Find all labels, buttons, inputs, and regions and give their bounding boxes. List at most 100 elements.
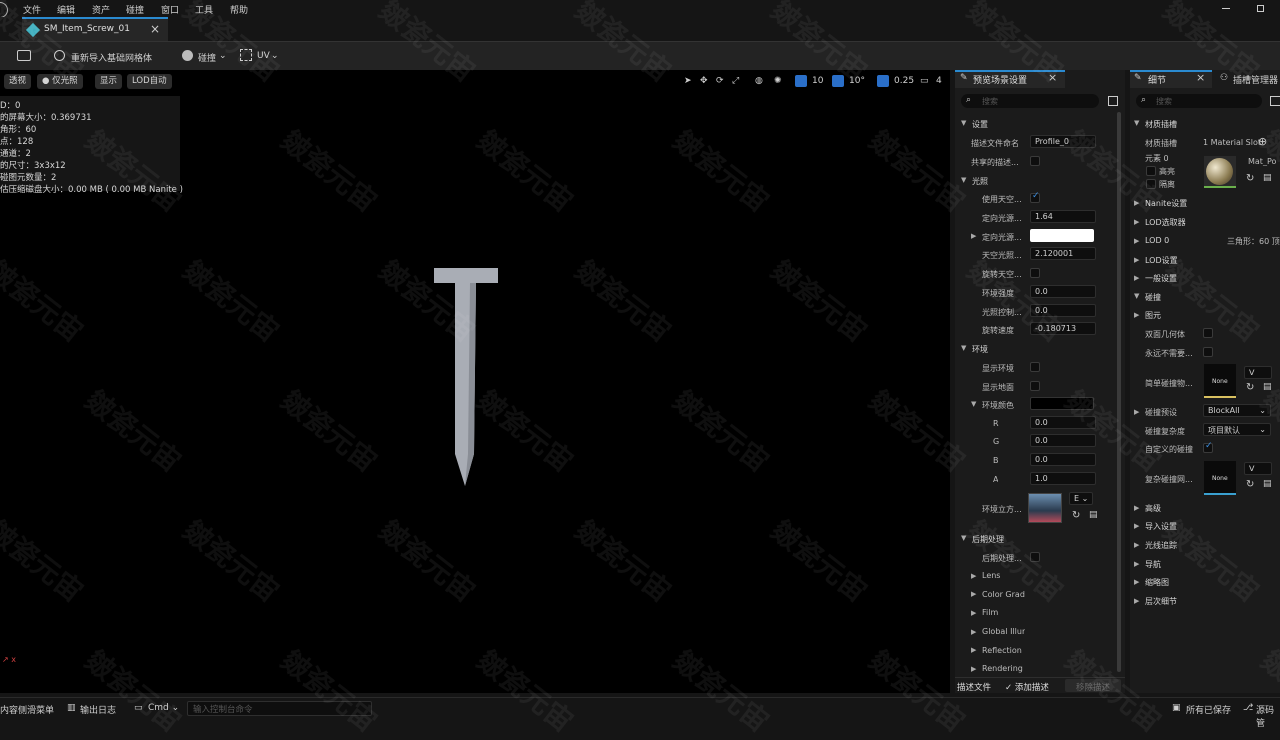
select-tool-icon[interactable]: ➤: [684, 76, 692, 86]
lighting-mode-button[interactable]: ● 仅光照: [37, 74, 83, 89]
collapse-arrow-icon[interactable]: ▼: [961, 119, 966, 127]
grid-snap-icon[interactable]: [795, 75, 807, 87]
table-view-icon[interactable]: [1270, 96, 1280, 106]
section-advanced[interactable]: 高级: [1145, 503, 1161, 514]
collision-dropdown[interactable]: 碰撞: [198, 51, 216, 64]
menu-asset[interactable]: 资产: [92, 3, 110, 16]
scale-tool-icon[interactable]: ⤢: [732, 76, 739, 86]
highlight-checkbox[interactable]: [1146, 166, 1156, 176]
perspective-button[interactable]: 透视: [4, 74, 32, 89]
reset-arrow-icon[interactable]: ↻: [1072, 510, 1080, 521]
material-thumbnail[interactable]: [1204, 156, 1236, 188]
env-intensity-input[interactable]: 0.0: [1030, 285, 1096, 298]
reset-arrow-icon[interactable]: ↻: [1246, 382, 1254, 393]
section-lod-settings[interactable]: LOD设置: [1145, 255, 1178, 266]
content-drawer-button[interactable]: 内容侧滑菜单: [0, 703, 54, 716]
collapse-arrow-icon[interactable]: ▼: [971, 400, 976, 408]
expand-arrow-icon[interactable]: ▶: [1134, 237, 1139, 245]
section-post-process[interactable]: 后期处理: [972, 534, 1004, 545]
never-need-checkbox[interactable]: [1203, 347, 1213, 357]
collapse-arrow-icon[interactable]: ▼: [961, 176, 966, 184]
show-button[interactable]: 显示: [95, 74, 123, 89]
browse-asset-icon[interactable]: ▤: [1263, 382, 1272, 392]
expand-arrow-icon[interactable]: ▶: [971, 646, 976, 654]
camera-speed-value[interactable]: 4: [936, 76, 942, 86]
show-env-checkbox[interactable]: [1030, 362, 1040, 372]
section-collision[interactable]: 碰撞: [1145, 292, 1161, 303]
use-sky-checkbox[interactable]: [1030, 191, 1040, 203]
menu-collision[interactable]: 碰撞: [126, 3, 144, 16]
section-lod-picker[interactable]: LOD选取器: [1145, 217, 1186, 228]
isolate-checkbox[interactable]: [1146, 179, 1156, 189]
section-lod0[interactable]: LOD 0: [1145, 236, 1169, 245]
minimize-icon[interactable]: [1222, 8, 1230, 9]
subsection-color-grading[interactable]: Color Grad: [982, 590, 1025, 599]
section-thumbnail[interactable]: 缩略图: [1145, 577, 1169, 588]
rotate-sky-checkbox[interactable]: [1030, 268, 1040, 278]
subsection-global-illumination[interactable]: Global Illur: [982, 627, 1025, 636]
menu-tools[interactable]: 工具: [195, 3, 213, 16]
expand-arrow-icon[interactable]: ▶: [1134, 311, 1139, 319]
profile-name-input[interactable]: Profile_0: [1030, 135, 1096, 148]
reimport-button[interactable]: 重新导入基础网格体: [71, 51, 152, 64]
section-material-slots[interactable]: 材质插槽: [1145, 119, 1177, 130]
g-input[interactable]: 0.0: [1030, 434, 1096, 447]
menu-file[interactable]: 文件: [23, 3, 41, 16]
section-hlod[interactable]: 层次细节: [1145, 596, 1177, 607]
expand-arrow-icon[interactable]: ▶: [1134, 578, 1139, 586]
collapse-arrow-icon[interactable]: ▼: [961, 344, 966, 352]
expand-arrow-icon[interactable]: ▶: [1134, 504, 1139, 512]
subsection-film[interactable]: Film: [982, 608, 998, 617]
expand-arrow-icon[interactable]: ▶: [1134, 256, 1139, 264]
expand-arrow-icon[interactable]: ▶: [971, 572, 976, 580]
expand-arrow-icon[interactable]: ▶: [1134, 541, 1139, 549]
collision-preset-dropdown[interactable]: BlockAll ⌄: [1203, 404, 1271, 417]
scale-snap-value[interactable]: 0.25: [894, 76, 914, 86]
expand-arrow-icon[interactable]: ▶: [971, 609, 976, 617]
expand-arrow-icon[interactable]: ▶: [971, 232, 976, 240]
angle-snap-icon[interactable]: [832, 75, 844, 87]
section-lighting[interactable]: 光照: [972, 176, 988, 187]
add-slot-icon[interactable]: ⊕: [1258, 135, 1267, 148]
custom-collision-checkbox[interactable]: [1203, 441, 1213, 453]
post-process-checkbox[interactable]: [1030, 552, 1040, 562]
b-input[interactable]: 0.0: [1030, 453, 1096, 466]
expand-arrow-icon[interactable]: ▶: [971, 590, 976, 598]
tab-close-icon[interactable]: ×: [150, 22, 160, 36]
source-control-button[interactable]: 源码管: [1256, 703, 1280, 729]
double-sided-checkbox[interactable]: [1203, 328, 1213, 338]
grid-snap-value[interactable]: 10: [812, 76, 823, 86]
menu-edit[interactable]: 编辑: [57, 3, 75, 16]
browse-asset-icon[interactable]: ▤: [1263, 173, 1272, 183]
dir-intensity-input[interactable]: 1.64: [1030, 210, 1096, 223]
collapse-arrow-icon[interactable]: ▼: [961, 534, 966, 542]
reset-arrow-icon[interactable]: ↻: [1246, 479, 1254, 490]
menu-help[interactable]: 帮助: [230, 3, 248, 16]
subsection-reflection[interactable]: Reflection: [982, 646, 1022, 655]
env-cubemap-dropdown[interactable]: E ⌄: [1069, 492, 1093, 505]
scale-snap-icon[interactable]: [877, 75, 889, 87]
camera-speed-icon[interactable]: ▭: [920, 76, 929, 86]
rotation-speed-input[interactable]: -0.180713: [1030, 322, 1096, 335]
output-log-button[interactable]: 输出日志: [80, 703, 116, 716]
asset-tab[interactable]: SM_Item_Screw_01 ×: [22, 17, 168, 41]
expand-arrow-icon[interactable]: ▶: [1134, 274, 1139, 282]
rotate-tool-icon[interactable]: ⟳: [716, 76, 724, 86]
translate-tool-icon[interactable]: ✥: [700, 76, 708, 86]
expand-arrow-icon[interactable]: ▶: [1134, 199, 1139, 207]
add-profile-button[interactable]: ✓ 添加描述: [1005, 681, 1049, 693]
section-import-settings[interactable]: 导入设置: [1145, 521, 1177, 532]
expand-arrow-icon[interactable]: ▶: [971, 628, 976, 636]
collapse-arrow-icon[interactable]: ▼: [1134, 292, 1139, 300]
section-navigation[interactable]: 导航: [1145, 559, 1161, 570]
expand-arrow-icon[interactable]: ▶: [1134, 560, 1139, 568]
browse-folder-icon[interactable]: [17, 50, 31, 61]
browse-asset-icon[interactable]: ▤: [1263, 479, 1272, 489]
complex-collision-dropdown[interactable]: ᐯ: [1244, 462, 1272, 475]
app-logo-icon[interactable]: [0, 2, 8, 18]
subsection-rendering[interactable]: Rendering: [982, 664, 1023, 673]
a-input[interactable]: 1.0: [1030, 472, 1096, 485]
expand-arrow-icon[interactable]: ▶: [971, 665, 976, 673]
simple-collision-dropdown[interactable]: ᐯ: [1244, 366, 1272, 379]
uv-dropdown[interactable]: UV: [257, 51, 270, 61]
